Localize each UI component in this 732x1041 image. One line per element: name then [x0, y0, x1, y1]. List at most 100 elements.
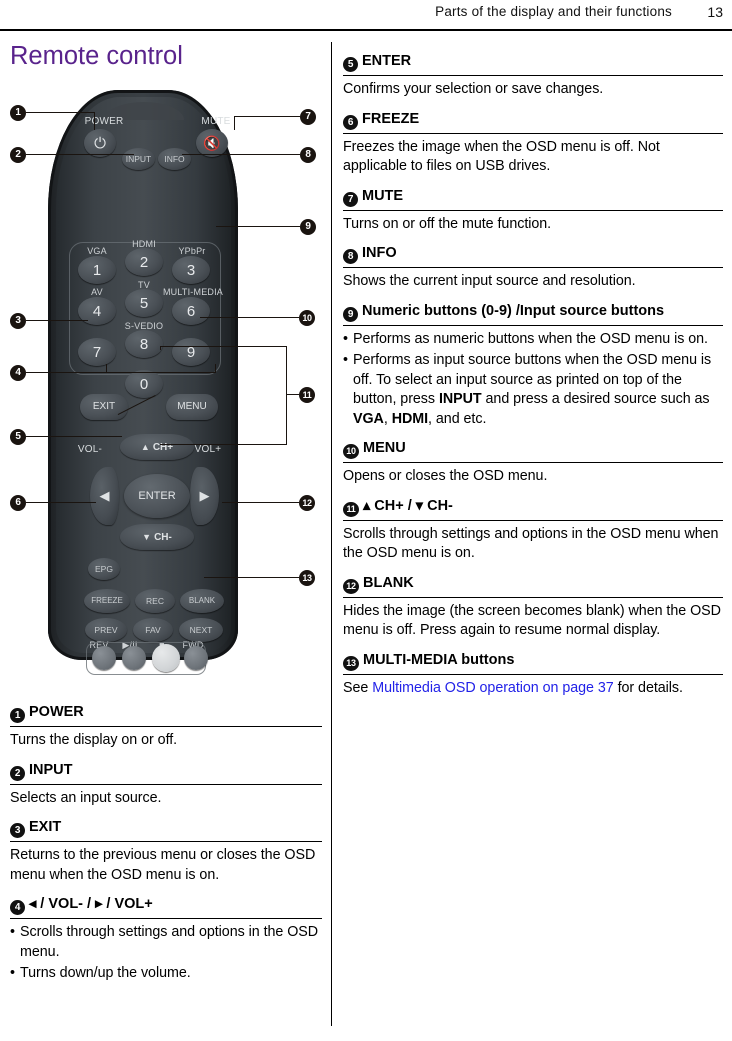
- blank-button[interactable]: BLANK: [180, 589, 224, 613]
- mute-button[interactable]: 🔇: [196, 129, 228, 157]
- entry-menu-number: 10: [343, 444, 359, 459]
- callout-9: 9: [300, 219, 316, 235]
- entry-enter-body: Confirms your selection or save changes.: [343, 81, 604, 97]
- stop-button[interactable]: [152, 644, 180, 672]
- page-header: Parts of the display and their functions…: [0, 0, 732, 34]
- leader-line-6: [26, 502, 96, 504]
- numeric-bullet2-post: , and etc.: [428, 410, 487, 427]
- freeze-button[interactable]: FREEZE: [84, 589, 130, 613]
- callout-6: 6: [10, 495, 26, 511]
- triangle-up-icon: ▲: [140, 442, 150, 452]
- numpad-button-1[interactable]: 1: [78, 256, 116, 284]
- entry-blank-title: BLANK: [363, 574, 414, 591]
- header-title: Parts of the display and their functions: [435, 4, 672, 19]
- callout-12: 12: [299, 495, 315, 511]
- entry-power-number: 1: [10, 708, 25, 723]
- entry-vol-heading: 4 ◂ / VOL- / ▸ / VOL+: [10, 888, 322, 919]
- entry-mute: 7 MUTE Turns on or off the mute function.: [343, 180, 723, 235]
- leader-line-1-vertical: [94, 112, 96, 130]
- numpad-button-2[interactable]: 2: [125, 248, 163, 276]
- entry-enter-number: 5: [343, 57, 358, 72]
- entry-enter-title: ENTER: [362, 53, 412, 69]
- entry-power: 1 POWER Turns the display on or off.: [10, 696, 322, 751]
- page-number: 13: [707, 4, 723, 20]
- entry-input-heading: 2 INPUT: [10, 754, 322, 785]
- entry-exit-number: 3: [10, 823, 25, 838]
- entry-numeric-bullets: Performs as numeric buttons when the OSD…: [343, 330, 723, 430]
- entry-multimedia-body: See Multimedia OSD operation on page 37 …: [343, 675, 723, 699]
- rec-button[interactable]: REC: [135, 589, 175, 613]
- callout-5: 5: [10, 429, 26, 445]
- right-column: 5 ENTER Confirms your selection or save c…: [343, 45, 723, 701]
- entry-exit-heading: 3 EXIT: [10, 811, 322, 842]
- callout-7: 7: [300, 109, 316, 125]
- power-button[interactable]: ⏻: [84, 129, 116, 157]
- callout-13: 13: [299, 570, 315, 586]
- rev-button[interactable]: [92, 646, 116, 670]
- entry-blank-number: 12: [343, 578, 359, 594]
- numpad-button-3[interactable]: 3: [172, 256, 210, 284]
- entry-blank-heading: 12 BLANK: [343, 567, 723, 598]
- mute-label: MUTE: [201, 116, 231, 127]
- numeric-bullet2-input: INPUT: [438, 391, 482, 407]
- numpad-button-8[interactable]: 8: [125, 330, 163, 358]
- entry-numeric: 9 Numeric buttons (0-9) /Input source but…: [343, 295, 723, 430]
- leader-line-7: [234, 116, 300, 118]
- numpad-button-7[interactable]: 7: [78, 338, 116, 366]
- entry-numeric-body: Performs as numeric buttons when the OSD…: [343, 326, 723, 430]
- numpad-source-label-ypbpr: YPbPr: [178, 246, 206, 256]
- fav-button[interactable]: FAV: [133, 618, 173, 642]
- epg-button[interactable]: EPG: [88, 558, 120, 580]
- entry-ch: 11 ▴ CH+ / ▾ CH- Scrolls through settings…: [343, 490, 723, 564]
- numpad-source-label-av: AV: [91, 287, 103, 297]
- numpad-button-0[interactable]: 0: [125, 370, 163, 398]
- entry-multimedia-heading: 13 MULTI-MEDIA buttons: [343, 644, 723, 675]
- enter-button[interactable]: ENTER: [124, 474, 190, 518]
- ch-down-button[interactable]: ▼ CH-: [120, 524, 194, 550]
- numpad-button-6[interactable]: 6: [172, 297, 210, 325]
- entry-vol-title: ◂ / VOL- / ▸ / VOL+: [29, 896, 153, 912]
- power-icon: ⏻: [94, 134, 106, 152]
- entry-menu: 10 MENU Opens or closes the OSD menu.: [343, 432, 723, 487]
- entry-power-heading: 1 POWER: [10, 696, 322, 727]
- entry-info-heading: 8 INFO: [343, 237, 723, 268]
- leader-line-11: [286, 394, 299, 396]
- entry-info-body: Shows the current input source and resol…: [343, 273, 636, 289]
- entry-blank-body: Hides the image (the screen becomes blan…: [343, 602, 721, 639]
- entry-menu-title: MENU: [363, 440, 406, 456]
- leader-line-2: [26, 154, 134, 156]
- input-button[interactable]: INPUT: [122, 148, 155, 170]
- entry-freeze: 6 FREEZE Freezes the image when the OSD m…: [343, 103, 723, 177]
- triangle-left-icon: ◀: [99, 488, 110, 503]
- callout-2: 2: [10, 147, 26, 163]
- exit-button[interactable]: EXIT: [80, 394, 128, 420]
- leader-line-9: [216, 226, 300, 228]
- leader-line-7-vertical: [234, 116, 236, 130]
- entry-exit: 3 EXIT Returns to the previous menu or cl…: [10, 811, 322, 885]
- list-item: Performs as input source buttons when th…: [343, 351, 723, 429]
- play-pause-button[interactable]: [122, 646, 146, 670]
- leader-line-8: [182, 154, 300, 156]
- entry-freeze-body: Freezes the image when the OSD menu is o…: [343, 138, 660, 175]
- entry-multimedia: 13 MULTI-MEDIA buttons See Multimedia OSD…: [343, 644, 723, 699]
- header-rule: [0, 29, 732, 31]
- entry-blank: 12 BLANK Hides the image (the screen beco…: [343, 567, 723, 641]
- multimedia-osd-link[interactable]: Multimedia OSD operation on page 37: [372, 680, 614, 696]
- entry-vol: 4 ◂ / VOL- / ▸ / VOL+ Scrolls through set…: [10, 888, 322, 984]
- leader-line-4-left-tick: [106, 364, 108, 373]
- callout-11-bracket-tick-top: [160, 346, 162, 350]
- vol-down-button[interactable]: ◀: [90, 467, 119, 525]
- vol-down-label: VOL-: [77, 444, 103, 455]
- numpad-button-5[interactable]: 5: [125, 289, 163, 317]
- entry-menu-heading: 10 MENU: [343, 432, 723, 463]
- next-button[interactable]: NEXT: [179, 618, 223, 642]
- numpad-source-label-vga: VGA: [87, 246, 107, 256]
- callout-4: 4: [10, 365, 26, 381]
- callout-11: 11: [299, 387, 315, 403]
- fwd-button[interactable]: [184, 646, 208, 670]
- entry-exit-title: EXIT: [29, 819, 62, 835]
- entry-power-body: Turns the display on or off.: [10, 732, 178, 748]
- prev-button[interactable]: PREV: [85, 618, 127, 642]
- info-button[interactable]: INFO: [158, 148, 191, 170]
- left-column-entries: 1 POWER Turns the display on or off. 2 INP…: [10, 696, 322, 987]
